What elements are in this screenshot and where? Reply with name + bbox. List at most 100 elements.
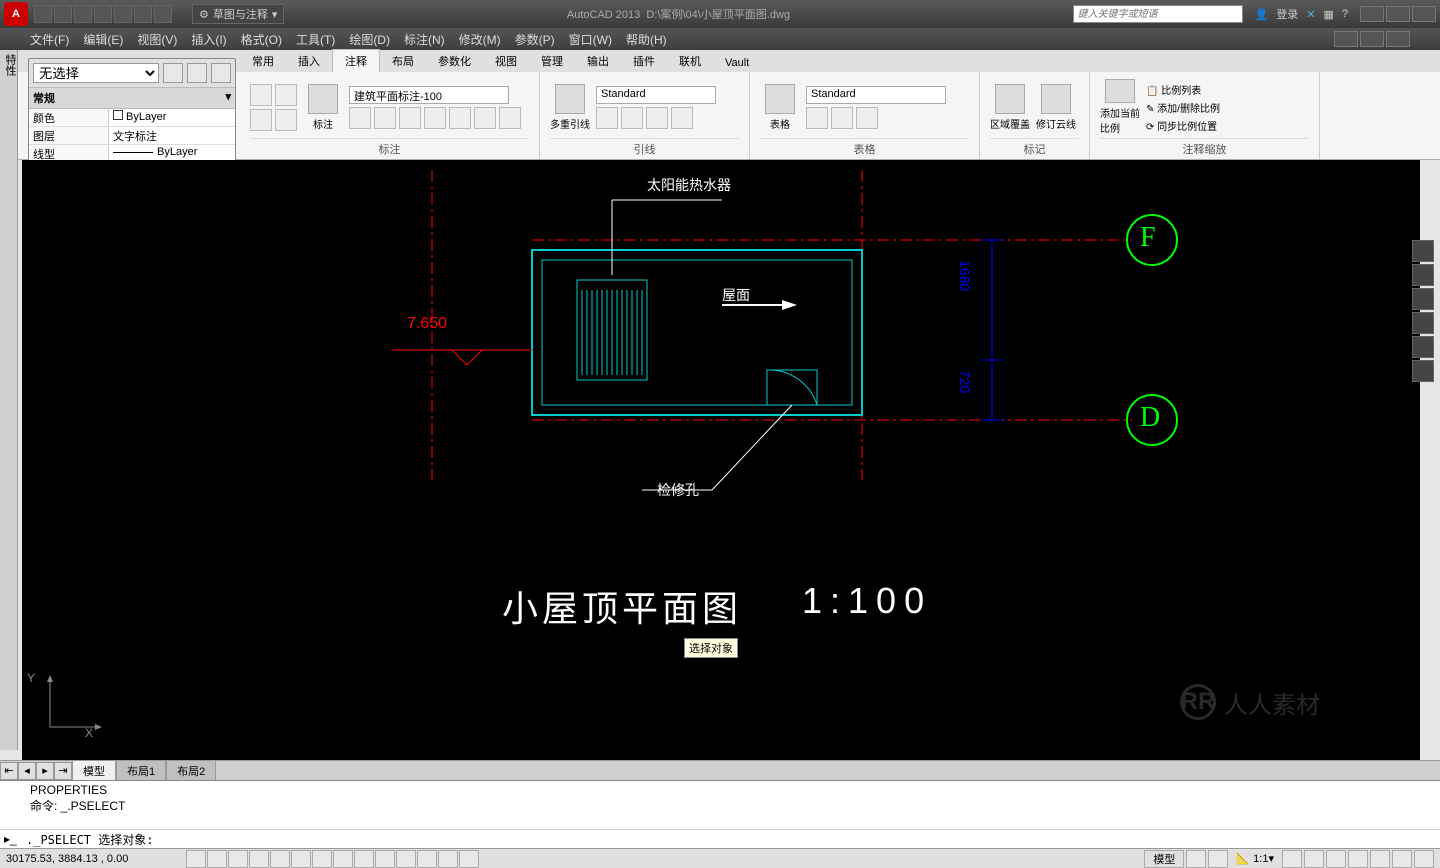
leader-remove-icon[interactable] xyxy=(621,107,643,129)
menu-file[interactable]: 文件(F) xyxy=(30,31,69,48)
leader-add-icon[interactable] xyxy=(596,107,618,129)
minimize-button[interactable] xyxy=(1360,6,1384,22)
quick-select-icon[interactable] xyxy=(163,63,183,83)
dimension-button[interactable]: 标注 xyxy=(303,79,343,135)
menu-modify[interactable]: 修改(M) xyxy=(459,31,501,48)
dim-style-combo[interactable]: 建筑平面标注-100 xyxy=(349,86,509,104)
scale-add-remove-button[interactable]: ✎ 添加/删除比例 xyxy=(1146,100,1220,115)
ribbon-tab-home[interactable]: 常用 xyxy=(240,50,286,72)
ducs-icon[interactable] xyxy=(333,850,353,868)
text-scale-icon[interactable] xyxy=(275,109,297,131)
menu-tools[interactable]: 工具(T) xyxy=(296,31,335,48)
menu-format[interactable]: 格式(O) xyxy=(241,31,282,48)
model-space-button[interactable]: 模型 xyxy=(1144,850,1184,868)
dim-angular-icon[interactable] xyxy=(399,107,421,129)
panel-label-markup[interactable]: 标记 xyxy=(990,138,1079,157)
signin-icon[interactable]: 👤 xyxy=(1255,8,1269,21)
scale-list-button[interactable]: 📋 比例列表 xyxy=(1146,82,1220,97)
layout-next-icon[interactable]: ▸ xyxy=(36,762,54,780)
polar-icon[interactable] xyxy=(249,850,269,868)
navbar-wheel-icon[interactable] xyxy=(1412,264,1434,286)
toggle-pickfirst-icon[interactable] xyxy=(211,63,231,83)
ribbon-tab-view[interactable]: 视图 xyxy=(483,50,529,72)
dim-aligned-icon[interactable] xyxy=(374,107,396,129)
leader-collect-icon[interactable] xyxy=(671,107,693,129)
workspace-switch-icon[interactable] xyxy=(1326,850,1346,868)
osnap3d-icon[interactable] xyxy=(291,850,311,868)
drawing-canvas[interactable]: 太阳能热水器 屋面 7.650 检修孔 1680 720 F D 小屋顶平面图 … xyxy=(22,160,1420,760)
ribbon-tab-output[interactable]: 输出 xyxy=(575,50,621,72)
signin-label[interactable]: 登录 xyxy=(1276,6,1298,22)
exchange-icon[interactable]: ✕ xyxy=(1306,8,1315,21)
navbar-zoom-icon[interactable] xyxy=(1412,312,1434,334)
panel-label-table[interactable]: 表格 xyxy=(760,138,969,157)
qat-plot-icon[interactable] xyxy=(114,5,132,23)
help-search-input[interactable] xyxy=(1073,5,1243,23)
dim-arc-icon[interactable] xyxy=(424,107,446,129)
navbar-orbit-icon[interactable] xyxy=(1412,336,1434,358)
dim-radius-icon[interactable] xyxy=(449,107,471,129)
add-scale-button[interactable]: 添加当前比例 xyxy=(1100,79,1140,135)
properties-palette-title[interactable]: 特性 xyxy=(0,50,20,80)
layout-tab-model[interactable]: 模型 xyxy=(72,760,116,782)
dim-ordinate-icon[interactable] xyxy=(499,107,521,129)
tpy-icon[interactable] xyxy=(396,850,416,868)
layout-first-icon[interactable]: ⇤ xyxy=(0,762,18,780)
qat-open-icon[interactable] xyxy=(54,5,72,23)
menu-parametric[interactable]: 参数(P) xyxy=(515,31,555,48)
help-icon[interactable]: ? xyxy=(1342,8,1348,20)
qat-new-icon[interactable] xyxy=(34,5,52,23)
navbar-home-icon[interactable] xyxy=(1412,240,1434,262)
layout-tab-layout2[interactable]: 布局2 xyxy=(166,760,216,782)
toolbar-lock-icon[interactable] xyxy=(1348,850,1368,868)
close-button[interactable] xyxy=(1412,6,1436,22)
check-spelling-icon[interactable] xyxy=(250,109,272,131)
isolate-objects-icon[interactable] xyxy=(1392,850,1412,868)
menu-window[interactable]: 窗口(W) xyxy=(569,31,612,48)
ribbon-tab-online[interactable]: 联机 xyxy=(667,50,713,72)
leader-style-combo[interactable]: Standard xyxy=(596,86,716,104)
select-objects-icon[interactable] xyxy=(187,63,207,83)
sc-icon[interactable] xyxy=(438,850,458,868)
quick-view-layouts-icon[interactable] xyxy=(1186,850,1206,868)
workspace-selector[interactable]: ⚙ 草图与注释 ▾ xyxy=(192,4,284,24)
annotation-visibility-icon[interactable] xyxy=(1282,850,1302,868)
maximize-button[interactable] xyxy=(1386,6,1410,22)
hardware-accel-icon[interactable] xyxy=(1370,850,1390,868)
ribbon-tab-manage[interactable]: 管理 xyxy=(529,50,575,72)
table-button[interactable]: 表格 xyxy=(760,79,800,135)
table-extract-icon[interactable] xyxy=(831,107,853,129)
dim-linear-icon[interactable] xyxy=(349,107,371,129)
ribbon-tab-parametric[interactable]: 参数化 xyxy=(426,50,483,72)
section-general[interactable]: 常规▾ xyxy=(29,87,235,109)
table-download-icon[interactable] xyxy=(856,107,878,129)
mtext-tool-icon[interactable] xyxy=(275,84,297,106)
panel-label-dimension[interactable]: 标注 xyxy=(250,138,529,157)
menu-help[interactable]: 帮助(H) xyxy=(626,31,667,48)
layout-prev-icon[interactable]: ◂ xyxy=(18,762,36,780)
prop-color-value[interactable]: ByLayer xyxy=(109,109,235,126)
ribbon-tab-plugins[interactable]: 插件 xyxy=(621,50,667,72)
panel-label-leader[interactable]: 引线 xyxy=(550,138,739,157)
ribbon-tab-annotate[interactable]: 注释 xyxy=(332,49,380,72)
qp-icon[interactable] xyxy=(417,850,437,868)
table-link-icon[interactable] xyxy=(806,107,828,129)
qat-saveas-icon[interactable] xyxy=(94,5,112,23)
prop-layer-value[interactable]: 文字标注 xyxy=(109,127,235,144)
menu-draw[interactable]: 绘图(D) xyxy=(349,31,390,48)
qat-undo-icon[interactable] xyxy=(134,5,152,23)
command-history[interactable]: PROPERTIES 命令: _.PSELECT xyxy=(0,781,1440,829)
wipeout-button[interactable]: 区域覆盖 xyxy=(990,79,1030,135)
ribbon-tab-vault[interactable]: Vault xyxy=(713,54,761,72)
text-tool-icon[interactable] xyxy=(250,84,272,106)
osnap-icon[interactable] xyxy=(270,850,290,868)
snap-mode-icon[interactable] xyxy=(186,850,206,868)
ribbon-tab-layout[interactable]: 布局 xyxy=(380,50,426,72)
am-icon[interactable] xyxy=(459,850,479,868)
qat-redo-icon[interactable] xyxy=(154,5,172,23)
app-logo[interactable]: A xyxy=(4,2,28,26)
layout-last-icon[interactable]: ⇥ xyxy=(54,762,72,780)
menu-view[interactable]: 视图(V) xyxy=(137,31,177,48)
dyn-icon[interactable] xyxy=(354,850,374,868)
layout-tab-layout1[interactable]: 布局1 xyxy=(116,760,166,782)
